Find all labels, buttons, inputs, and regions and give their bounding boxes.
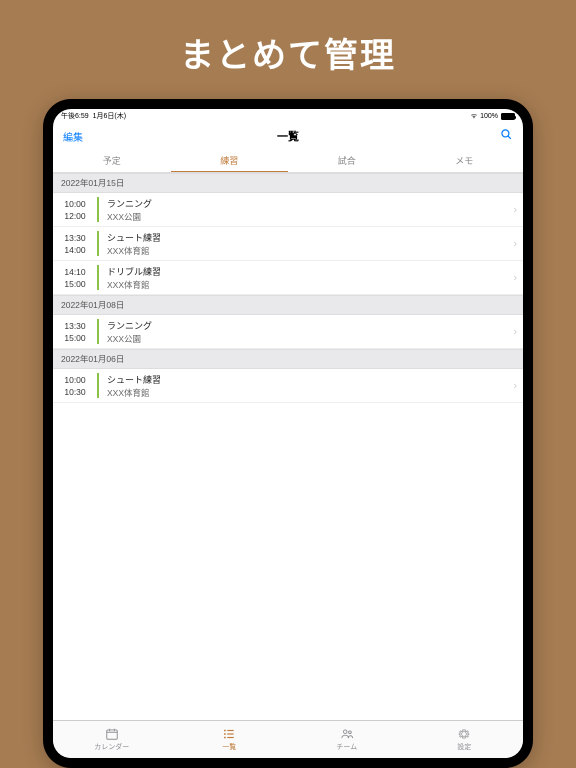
end-time: 10:30 xyxy=(64,387,85,397)
page-title: 一覧 xyxy=(53,128,523,144)
end-time: 15:00 xyxy=(64,279,85,289)
chevron-right-icon: › xyxy=(514,238,517,249)
event-title: ドリブル練習 xyxy=(107,265,505,278)
tabbar-team[interactable]: チーム xyxy=(288,721,406,758)
tabbar-list[interactable]: 一覧 xyxy=(171,721,289,758)
tab-label: メモ xyxy=(455,154,473,167)
event-title: ランニング xyxy=(107,197,505,210)
time-range: 14:10 15:00 xyxy=(53,261,97,294)
list-item[interactable]: 13:30 15:00 ランニングXXX公園 › xyxy=(53,315,523,349)
end-time: 12:00 xyxy=(64,211,85,221)
tab-bar: カレンダー 一覧 チーム 設定 xyxy=(53,720,523,758)
tabbar-label: カレンダー xyxy=(94,742,129,752)
battery-icon xyxy=(501,113,515,120)
section-header: 2022年01月08日 xyxy=(53,295,523,315)
status-bar: 午後6:59 1月6日(木) ᯤ 100% xyxy=(53,109,523,123)
row-content: ランニングXXX公園 xyxy=(99,193,505,226)
status-time: 午後6:59 xyxy=(61,111,89,121)
search-button[interactable] xyxy=(500,128,513,144)
calendar-icon xyxy=(105,727,119,741)
event-list[interactable]: 2022年01月15日10:0012:00ランニングXXX公園›13:3014:… xyxy=(53,173,523,720)
event-location: XXX体育館 xyxy=(107,387,505,399)
battery-percent: 100% xyxy=(480,113,498,120)
start-time: 10:00 xyxy=(64,375,85,385)
chevron-right-icon: › xyxy=(514,204,517,215)
chevron-right-icon: › xyxy=(514,326,517,337)
tabbar-label: チーム xyxy=(336,742,357,752)
row-content: シュート練習XXX体育館 xyxy=(99,369,505,402)
time-range: 10:00 10:30 xyxy=(53,369,97,402)
event-title: シュート練習 xyxy=(107,373,505,386)
start-time: 13:30 xyxy=(64,321,85,331)
tab-label: 予定 xyxy=(103,154,121,167)
segmented-control: 予定 練習 試合 メモ xyxy=(53,149,523,173)
wifi-icon: ᯤ xyxy=(471,112,477,121)
event-title: ランニング xyxy=(107,319,505,332)
tab-label: 試合 xyxy=(338,154,356,167)
end-time: 15:00 xyxy=(64,333,85,343)
event-location: XXX体育館 xyxy=(107,245,505,257)
list-item[interactable]: 13:30 14:00 シュート練習XXX体育館 › xyxy=(53,227,523,261)
navbar: 編集 一覧 xyxy=(53,123,523,149)
event-location: XXX体育館 xyxy=(107,279,505,291)
row-content: ドリブル練習XXX体育館 xyxy=(99,261,505,294)
tabbar-label: 一覧 xyxy=(222,742,236,752)
event-location: XXX公園 xyxy=(107,333,505,345)
event-location: XXX公園 xyxy=(107,211,505,223)
tab-memo[interactable]: メモ xyxy=(406,149,524,172)
time-range: 10:00 12:00 xyxy=(53,193,97,226)
chevron-right-icon: › xyxy=(514,272,517,283)
time-range: 13:30 15:00 xyxy=(53,315,97,348)
search-icon xyxy=(500,128,513,141)
start-time: 13:30 xyxy=(64,233,85,243)
team-icon xyxy=(340,727,354,741)
end-time: 14:00 xyxy=(64,245,85,255)
time-range: 13:30 14:00 xyxy=(53,227,97,260)
start-time: 10:00 xyxy=(64,199,85,209)
start-time: 14:10 xyxy=(64,267,85,277)
list-icon xyxy=(222,727,236,741)
promo-stage: まとめて管理 午後6:59 1月6日(木) ᯤ 100% 編集 一覧 xyxy=(0,0,576,768)
screen: 午後6:59 1月6日(木) ᯤ 100% 編集 一覧 xyxy=(53,109,523,758)
row-content: ランニングXXX公園 xyxy=(99,315,505,348)
event-title: シュート練習 xyxy=(107,231,505,244)
row-content: シュート練習XXX体育館 xyxy=(99,227,505,260)
tab-schedule[interactable]: 予定 xyxy=(53,149,171,172)
tab-practice[interactable]: 練習 xyxy=(171,149,289,172)
tabbar-label: 設定 xyxy=(457,742,471,752)
hero-headline: まとめて管理 xyxy=(180,0,396,99)
tabbar-settings[interactable]: 設定 xyxy=(406,721,524,758)
list-item[interactable]: 10:00 12:00 ランニングXXX公園 › xyxy=(53,193,523,227)
list-item[interactable]: 14:10 15:00 ドリブル練習XXX体育館 › xyxy=(53,261,523,295)
section-header: 2022年01月15日 xyxy=(53,173,523,193)
tabbar-calendar[interactable]: カレンダー xyxy=(53,721,171,758)
section-header: 2022年01月06日 xyxy=(53,349,523,369)
chevron-right-icon: › xyxy=(514,380,517,391)
tablet-frame: 午後6:59 1月6日(木) ᯤ 100% 編集 一覧 xyxy=(43,99,533,768)
list-item[interactable]: 10:00 10:30 シュート練習XXX体育館 › xyxy=(53,369,523,403)
tab-label: 練習 xyxy=(220,154,238,167)
edit-button[interactable]: 編集 xyxy=(63,129,83,144)
gear-icon xyxy=(457,727,471,741)
tab-match[interactable]: 試合 xyxy=(288,149,406,172)
status-date: 1月6日(木) xyxy=(93,111,126,121)
